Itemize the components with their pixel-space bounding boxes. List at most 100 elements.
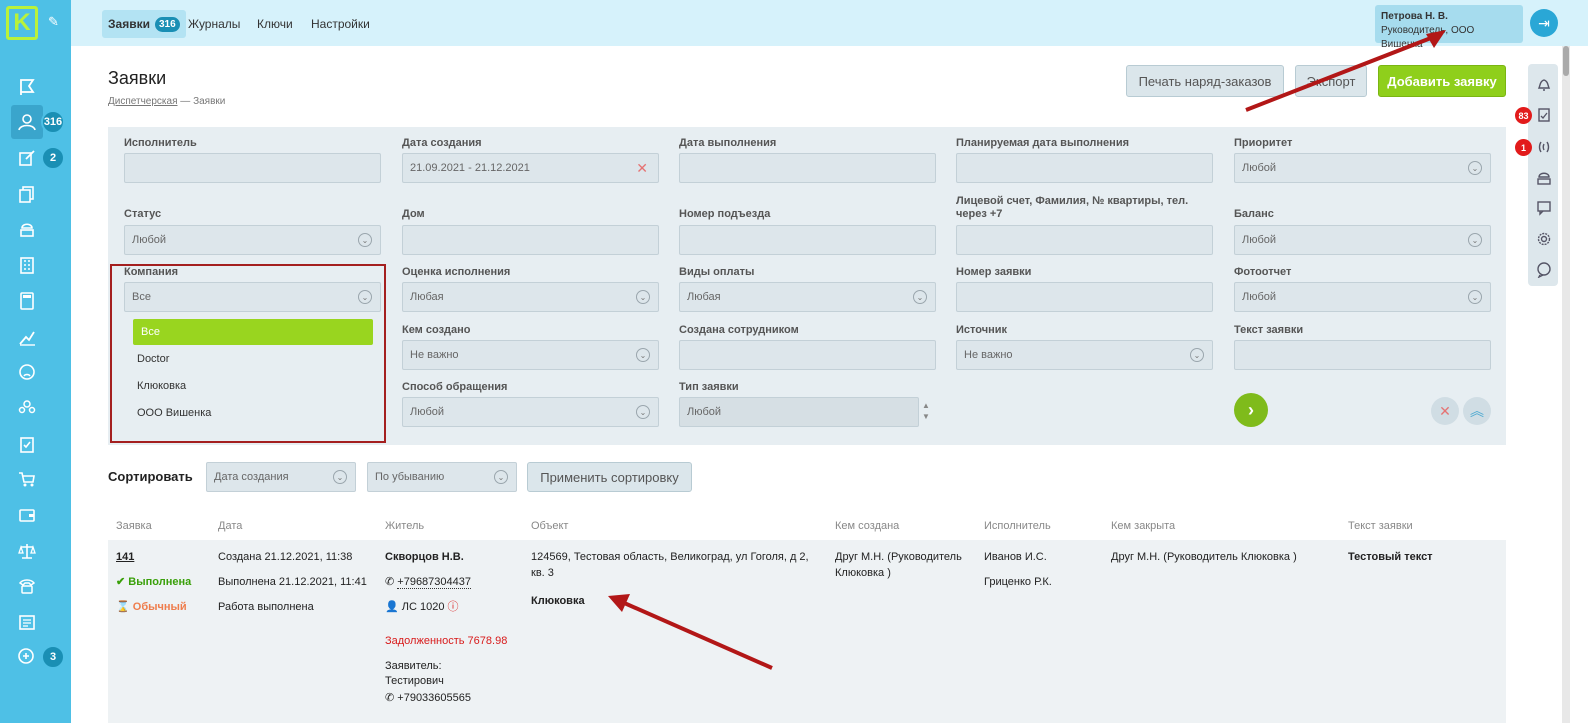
apply-sort-button[interactable]: Применить сортировку xyxy=(527,462,692,492)
rating-select[interactable]: Любая ⌄ xyxy=(402,282,659,312)
request-text-field[interactable] xyxy=(1234,340,1491,370)
scrollbar-thumb[interactable] xyxy=(1563,46,1569,76)
column-header[interactable]: Дата xyxy=(218,520,242,532)
column-header[interactable]: Объект xyxy=(531,520,568,532)
chevron-down-icon: ⌄ xyxy=(636,290,650,304)
edit-count-badge: 2 xyxy=(41,146,65,170)
column-header[interactable]: Кем закрыта xyxy=(1111,520,1175,532)
sidebar-item-tasks[interactable] xyxy=(0,427,71,461)
status-label: Статус xyxy=(124,208,162,220)
collapse-filters-icon[interactable]: ︽ xyxy=(1463,397,1491,425)
sidebar-item-chat[interactable]: 3 xyxy=(0,640,71,674)
newspaper-icon xyxy=(14,611,40,633)
sort-label: Сортировать xyxy=(108,469,193,484)
company-highlight-box xyxy=(110,264,386,443)
created-date-value: 21.09.2021 - 21.12.2021 xyxy=(410,162,530,174)
sidebar-item-dispatch[interactable] xyxy=(0,70,71,104)
balance-select[interactable]: Любой ⌄ xyxy=(1234,225,1491,255)
reset-filters-icon[interactable]: ✕ xyxy=(1431,397,1459,425)
column-header[interactable]: Заявка xyxy=(116,520,152,532)
sort-field-select[interactable]: Дата создания ⌄ xyxy=(206,462,356,492)
tab-keys[interactable]: Ключи xyxy=(251,10,299,38)
created-by-value: Не важно xyxy=(410,349,459,361)
house-field[interactable] xyxy=(402,225,659,255)
stepper-icon[interactable]: ▲ ▼ xyxy=(922,400,930,422)
tab-requests[interactable]: Заявки 316 xyxy=(102,10,186,38)
sidebar-item-analytics[interactable] xyxy=(0,320,71,354)
resident-name[interactable]: Скворцов Н.В. xyxy=(385,549,464,565)
logout-icon[interactable]: ⇥ xyxy=(1530,9,1558,37)
sidebar-item-edit[interactable]: 2 xyxy=(0,141,71,175)
call-icon[interactable] xyxy=(1534,137,1554,157)
logo[interactable]: K xyxy=(6,6,38,40)
column-header[interactable]: Кем создана xyxy=(835,520,899,532)
created-date-label: Дата создания xyxy=(402,137,482,149)
source-label: Источник xyxy=(956,324,1008,336)
sidebar-item-wallet[interactable] xyxy=(0,498,71,532)
sort-order-select[interactable]: По убыванию ⌄ xyxy=(367,462,517,492)
bell-icon[interactable] xyxy=(1534,74,1554,94)
type-value: Любой xyxy=(687,406,722,418)
sidebar-item-news[interactable] xyxy=(0,605,71,639)
resident-phone[interactable]: ✆ +79687304437 xyxy=(385,574,471,590)
executor-field[interactable] xyxy=(124,153,381,183)
sidebar-item-buildings[interactable] xyxy=(0,248,71,282)
photo-select[interactable]: Любой ⌄ xyxy=(1234,282,1491,312)
apply-filters-button[interactable]: › xyxy=(1234,393,1268,427)
request-id-link[interactable]: 141 xyxy=(116,549,134,565)
sidebar-item-complaints[interactable] xyxy=(0,355,71,389)
message-icon[interactable] xyxy=(1534,198,1554,218)
created-date-field[interactable]: 21.09.2021 - 21.12.2021 ✕ xyxy=(402,153,659,183)
entrance-field[interactable] xyxy=(679,225,936,255)
clear-icon[interactable]: ✕ xyxy=(636,160,648,177)
column-header[interactable]: Исполнитель xyxy=(984,520,1051,532)
priority-select[interactable]: Любой ⌄ xyxy=(1234,153,1491,183)
column-header[interactable]: Текст заявки xyxy=(1348,520,1413,532)
sidebar-item-legal[interactable] xyxy=(0,534,71,568)
sidebar-item-requests[interactable]: 316 xyxy=(0,105,71,139)
clipboard-check-icon xyxy=(14,433,40,455)
type-select[interactable]: Любой xyxy=(679,397,919,427)
done-date-field[interactable] xyxy=(679,153,936,183)
result-text: Работа выполнена xyxy=(218,601,314,613)
edit-icon xyxy=(14,147,40,169)
request-priority-label: Обычный xyxy=(132,601,187,613)
chat-icon[interactable] xyxy=(1534,260,1554,280)
breadcrumb-current: Заявки xyxy=(193,96,226,107)
settings-icon[interactable] xyxy=(1534,229,1554,249)
sidebar-item-documents[interactable] xyxy=(0,177,71,211)
scrollbar[interactable] xyxy=(1562,46,1570,723)
created-by-select[interactable]: Не важно ⌄ xyxy=(402,340,659,370)
created-employee-field[interactable] xyxy=(679,340,936,370)
status-select[interactable]: Любой ⌄ xyxy=(124,225,381,255)
pin-icon[interactable]: ✎ xyxy=(48,14,59,30)
request-number-field[interactable] xyxy=(956,282,1213,312)
sidebar-item-phone[interactable] xyxy=(0,569,71,603)
method-select[interactable]: Любой ⌄ xyxy=(402,397,659,427)
sidebar-item-worker[interactable] xyxy=(0,212,71,246)
column-header[interactable]: Житель xyxy=(385,520,424,532)
tab-settings[interactable]: Настройки xyxy=(305,10,376,38)
worker-icon[interactable] xyxy=(1534,168,1554,188)
applicant-phone[interactable]: ✆ +79033605565 xyxy=(385,690,471,706)
photo-label: Фотоотчет xyxy=(1234,266,1292,278)
account-field[interactable] xyxy=(956,225,1213,255)
breadcrumb-link[interactable]: Диспетчерская xyxy=(108,96,178,107)
chevron-down-icon: ⌄ xyxy=(636,348,650,362)
breadcrumb: Диспетчерская — Заявки xyxy=(108,96,225,107)
tab-journals[interactable]: Журналы xyxy=(182,10,246,38)
resident-account[interactable]: 👤 ЛС 1020 ⓘ xyxy=(385,599,459,615)
chart-icon xyxy=(14,326,40,348)
account-label: Лицевой счет, Фамилия, № квартиры, тел. … xyxy=(956,195,1189,220)
payment-select[interactable]: Любая ⌄ xyxy=(679,282,936,312)
chevron-down-icon: ⌄ xyxy=(494,470,508,484)
tasks-icon[interactable] xyxy=(1534,105,1554,125)
sidebar-item-shop[interactable] xyxy=(0,462,71,496)
sidebar: K ✎ 316 2 3 xyxy=(0,0,71,723)
type-label: Тип заявки xyxy=(679,381,739,393)
sidebar-item-staff[interactable] xyxy=(0,391,71,425)
sidebar-item-calculator[interactable] xyxy=(0,284,71,318)
planned-date-field[interactable] xyxy=(956,153,1213,183)
photo-value: Любой xyxy=(1242,291,1277,303)
source-select[interactable]: Не важно ⌄ xyxy=(956,340,1213,370)
